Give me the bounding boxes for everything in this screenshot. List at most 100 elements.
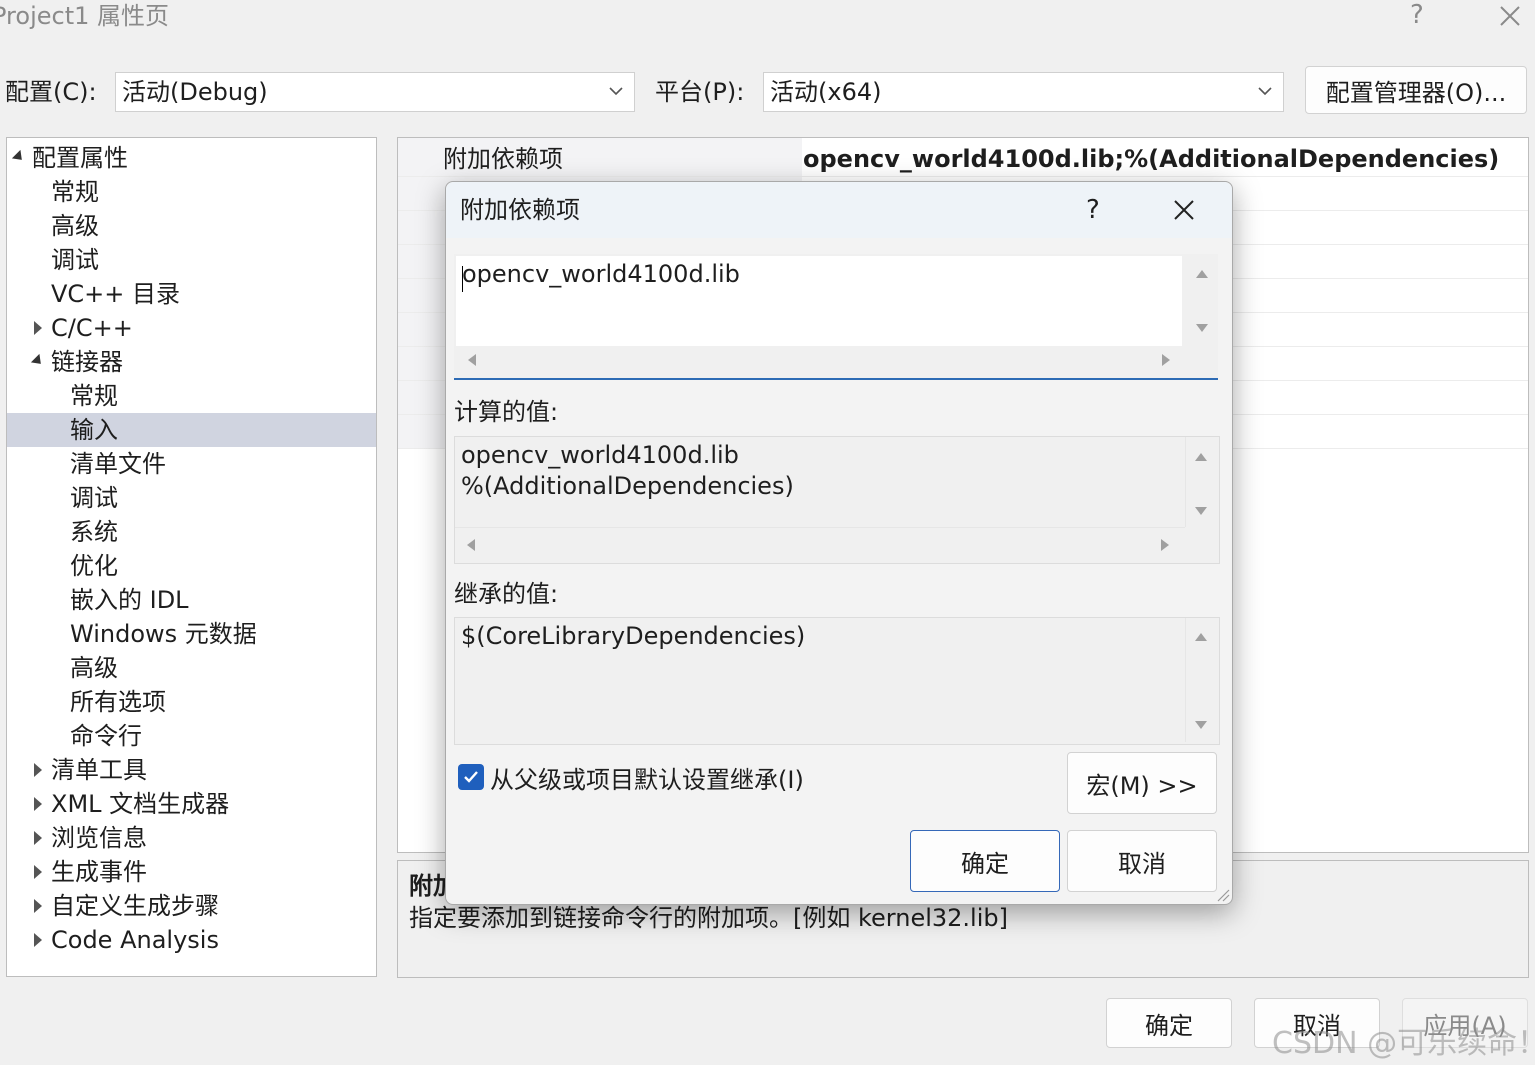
window-close-button[interactable] xyxy=(1490,0,1530,36)
tree-item[interactable]: 嵌入的 IDL xyxy=(7,583,376,617)
grid-row-value: opencv_world4100d.lib;%(AdditionalDepend… xyxy=(803,142,1528,176)
tree-item-label: 常规 xyxy=(70,382,118,410)
collapsed-arrow-icon[interactable] xyxy=(34,763,42,777)
macro-button[interactable]: 宏(M) >> xyxy=(1067,752,1217,814)
horizontal-scrollbar[interactable] xyxy=(454,346,1184,374)
tree-item[interactable]: XML 文档生成器 xyxy=(7,787,376,821)
tree-item[interactable]: 常规 xyxy=(7,379,376,413)
tree-item-label: 配置属性 xyxy=(32,144,128,172)
tree-item-label: 输入 xyxy=(70,416,118,444)
collapsed-arrow-icon[interactable] xyxy=(34,797,42,811)
tree-item[interactable]: C/C++ xyxy=(7,311,376,345)
tree-item[interactable]: 调试 xyxy=(7,243,376,277)
collapsed-arrow-icon[interactable] xyxy=(34,899,42,913)
footer-ok-button[interactable]: 确定 xyxy=(1106,998,1232,1048)
config-select[interactable]: 活动(Debug) xyxy=(115,72,635,112)
scroll-down-icon[interactable] xyxy=(1196,324,1208,332)
tree-item-label: C/C++ xyxy=(51,314,133,342)
expanded-arrow-icon[interactable] xyxy=(11,149,27,165)
tree-item[interactable]: 清单文件 xyxy=(7,447,376,481)
platform-select-value: 活动(x64) xyxy=(770,78,882,106)
collapsed-arrow-icon[interactable] xyxy=(34,831,42,845)
additional-dependencies-dialog: 附加依赖项 ? opencv_world4100d.lib 计算的值: open… xyxy=(445,181,1233,905)
grid-row-name: 附加依赖项 xyxy=(443,145,563,173)
dependencies-text: opencv_world4100d.lib xyxy=(462,260,740,288)
tree-item[interactable]: 自定义生成步骤 xyxy=(7,889,376,923)
tree-item[interactable]: 清单工具 xyxy=(7,753,376,787)
vertical-scrollbar[interactable] xyxy=(1185,618,1218,742)
horizontal-scrollbar[interactable] xyxy=(455,527,1185,562)
scroll-right-icon[interactable] xyxy=(1161,539,1169,551)
tree-item[interactable]: 常规 xyxy=(7,175,376,209)
tree-item-label: 清单工具 xyxy=(51,756,147,784)
scroll-left-icon[interactable] xyxy=(468,354,476,366)
collapsed-arrow-icon[interactable] xyxy=(34,933,42,947)
dialog-close-button[interactable] xyxy=(1164,194,1204,226)
scroll-left-icon[interactable] xyxy=(467,539,475,551)
inherit-checkbox-row[interactable]: 从父级或项目默认设置继承(I) xyxy=(458,760,804,794)
vertical-scrollbar[interactable] xyxy=(1189,254,1217,346)
tree-item[interactable]: Code Analysis xyxy=(7,923,376,957)
tree-item[interactable]: VC++ 目录 xyxy=(7,277,376,311)
inherit-checkbox[interactable] xyxy=(458,764,484,790)
inherited-value-text: $(CoreLibraryDependencies) xyxy=(461,622,806,650)
dialog-help-button[interactable]: ? xyxy=(1086,182,1100,238)
tree-item[interactable]: 优化 xyxy=(7,549,376,583)
vertical-scrollbar[interactable] xyxy=(1185,437,1218,527)
tree-item-label: XML 文档生成器 xyxy=(51,790,230,818)
tree-item[interactable]: 输入 xyxy=(7,413,376,447)
tree-item-label: Windows 元数据 xyxy=(70,620,257,648)
config-label: 配置(C): xyxy=(5,78,97,106)
collapsed-arrow-icon[interactable] xyxy=(34,865,42,879)
tree-item-label: 常规 xyxy=(51,178,99,206)
chevron-down-icon xyxy=(1258,87,1272,96)
expanded-arrow-icon[interactable] xyxy=(30,353,46,369)
grid-row[interactable]: 附加依赖项 opencv_world4100d.lib;%(Additional… xyxy=(398,142,1528,177)
close-icon xyxy=(1500,6,1520,26)
dialog-title: 附加依赖项 xyxy=(460,196,580,224)
resize-grip-icon[interactable] xyxy=(1216,888,1230,902)
scroll-right-icon[interactable] xyxy=(1162,354,1170,366)
dialog-titlebar: 附加依赖项 ? xyxy=(446,182,1232,238)
computed-line-2: %(AdditionalDependencies) xyxy=(461,472,794,500)
tree-item[interactable]: 调试 xyxy=(7,481,376,515)
tree-item-label: 浏览信息 xyxy=(51,824,147,852)
window-title: Project1 属性页 xyxy=(0,2,170,30)
computed-line-1: opencv_world4100d.lib xyxy=(461,441,739,469)
description-text: 指定要添加到链接命令行的附加项。[例如 kernel32.lib] xyxy=(409,904,1008,932)
tree-item-label: 清单文件 xyxy=(70,450,166,478)
watermark: CSDN @可乐续命！ xyxy=(1272,1026,1535,1061)
chevron-down-icon xyxy=(609,87,623,96)
tree-item-label: VC++ 目录 xyxy=(51,280,181,308)
dependencies-textarea[interactable]: opencv_world4100d.lib xyxy=(456,256,1182,346)
scroll-up-icon[interactable] xyxy=(1196,270,1208,278)
tree-item-label: 高级 xyxy=(70,654,118,682)
tree-item[interactable]: 系统 xyxy=(7,515,376,549)
property-tree[interactable]: 配置属性 常规 高级 调试 VC++ 目录 C/C++ 链接器 常规 输入 清单文件 调试 系统 优化嵌… xyxy=(6,137,377,977)
tree-item-label: 生成事件 xyxy=(51,858,147,886)
config-manager-button[interactable]: 配置管理器(O)... xyxy=(1305,66,1527,114)
computed-value-label: 计算的值: xyxy=(454,398,559,426)
scroll-down-icon[interactable] xyxy=(1195,507,1207,515)
collapsed-arrow-icon[interactable] xyxy=(34,321,42,335)
scroll-down-icon[interactable] xyxy=(1195,721,1207,729)
tree-item[interactable]: 高级 xyxy=(7,209,376,243)
inherited-value-box: $(CoreLibraryDependencies) xyxy=(454,617,1220,745)
dialog-ok-button[interactable]: 确定 xyxy=(910,830,1060,892)
tree-item-label: 系统 xyxy=(70,518,118,546)
tree-item[interactable]: 浏览信息 xyxy=(7,821,376,855)
tree-item[interactable]: 生成事件 xyxy=(7,855,376,889)
dependencies-edit-container: opencv_world4100d.lib xyxy=(454,254,1218,380)
help-button[interactable]: ? xyxy=(1410,0,1424,30)
platform-select[interactable]: 活动(x64) xyxy=(763,72,1284,112)
dialog-cancel-button[interactable]: 取消 xyxy=(1067,830,1217,892)
tree-item-label: 嵌入的 IDL xyxy=(70,586,189,614)
tree-item[interactable]: 高级 xyxy=(7,651,376,685)
tree-item[interactable]: 配置属性 xyxy=(7,141,376,175)
tree-item[interactable]: 命令行 xyxy=(7,719,376,753)
tree-item[interactable]: 所有选项 xyxy=(7,685,376,719)
tree-item[interactable]: Windows 元数据 xyxy=(7,617,376,651)
scroll-up-icon[interactable] xyxy=(1195,453,1207,461)
tree-item[interactable]: 链接器 xyxy=(7,345,376,379)
scroll-up-icon[interactable] xyxy=(1195,633,1207,641)
